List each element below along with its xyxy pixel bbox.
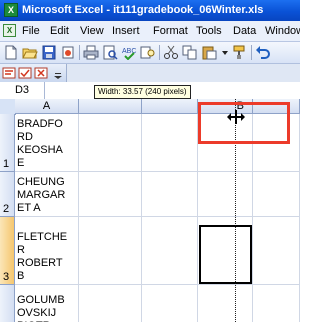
column-header-hidden-1[interactable]: [79, 99, 142, 114]
permission-icon[interactable]: [60, 45, 76, 60]
cut-icon[interactable]: [163, 45, 179, 60]
undo-icon[interactable]: [255, 45, 271, 60]
grid-cell[interactable]: [198, 285, 253, 322]
row-header-1[interactable]: 1: [0, 114, 15, 172]
grid-cell[interactable]: [253, 285, 300, 322]
print-icon[interactable]: [83, 45, 99, 60]
grid-cell[interactable]: [253, 172, 300, 217]
grid-cell[interactable]: [198, 172, 253, 217]
window-title: Microsoft Excel - it111gradebook_06Winte…: [22, 4, 264, 16]
save-icon[interactable]: [41, 45, 57, 60]
cell-a1[interactable]: BRADFO RD KEOSHA E: [15, 114, 79, 172]
menu-bar: X File Edit View Insert Format Tools Dat…: [0, 21, 300, 42]
print-preview-icon[interactable]: [102, 45, 118, 60]
spelling-icon[interactable]: ABC: [121, 45, 137, 60]
paste-icon[interactable]: [201, 45, 217, 60]
menu-data[interactable]: Data: [233, 24, 256, 38]
menu-view[interactable]: View: [80, 24, 104, 38]
column-width-tooltip: Width: 33.57 (240 pixels): [94, 85, 191, 99]
student-name: CHEUNG MARGAR ET A: [17, 176, 66, 214]
excel-app-icon[interactable]: X: [4, 3, 18, 17]
toolbar-separator: [79, 45, 80, 60]
copy-icon[interactable]: [182, 45, 198, 60]
grid-cell[interactable]: [142, 172, 198, 217]
cell-a4[interactable]: GOLUMB OVSKIJ PIOTR: [15, 285, 79, 322]
formula-bar: D3 Width: 33.57 (240 pixels): [0, 82, 300, 100]
row-header-2[interactable]: 2: [0, 172, 15, 217]
excel-window: X Microsoft Excel - it111gradebook_06Win…: [0, 0, 300, 322]
student-name: FLETCHE R ROBERT B: [17, 231, 68, 282]
student-name: BRADFO RD KEOSHA E: [17, 118, 63, 169]
grid-cell[interactable]: [142, 114, 198, 172]
toolbar-options-icon[interactable]: [51, 66, 63, 80]
menu-window[interactable]: Window: [265, 24, 300, 38]
column-header-a[interactable]: A: [15, 99, 79, 114]
cell-a3[interactable]: FLETCHE R ROBERT B: [15, 217, 79, 285]
row-header-4[interactable]: 4: [0, 285, 15, 322]
select-all-corner[interactable]: [0, 99, 16, 115]
column-header-hidden-2[interactable]: [142, 99, 198, 114]
toolbar-separator: [159, 45, 160, 60]
format-painter-icon[interactable]: [232, 45, 248, 60]
menu-format[interactable]: Format: [153, 24, 188, 38]
workbook-icon[interactable]: X: [3, 24, 16, 37]
menu-tools[interactable]: Tools: [196, 24, 222, 38]
active-cell-outline: [199, 225, 252, 284]
student-name: GOLUMB OVSKIJ PIOTR: [17, 294, 65, 322]
toolbar-separator: [251, 45, 252, 60]
grid-cell[interactable]: [79, 114, 142, 172]
standard-toolbar: ABC: [0, 42, 300, 64]
menu-insert[interactable]: Insert: [112, 24, 140, 38]
menu-edit[interactable]: Edit: [50, 24, 69, 38]
reviewing-toolbar-band: [0, 64, 67, 82]
open-icon[interactable]: [22, 45, 38, 60]
cell-a2[interactable]: CHEUNG MARGAR ET A: [15, 172, 79, 217]
grid-cell[interactable]: [142, 217, 198, 285]
accept-change-icon[interactable]: [18, 66, 32, 80]
title-bar[interactable]: X Microsoft Excel - it111gradebook_06Win…: [0, 0, 300, 21]
menu-file[interactable]: File: [22, 24, 40, 38]
grid-cell[interactable]: [253, 217, 300, 285]
grid-cell[interactable]: [79, 172, 142, 217]
name-box[interactable]: D3: [0, 82, 45, 99]
new-icon[interactable]: [3, 45, 19, 60]
reviewing-toolbar: [0, 64, 300, 82]
reject-change-icon[interactable]: [34, 66, 48, 80]
track-changes-icon[interactable]: [2, 66, 16, 80]
grid-cell[interactable]: [142, 285, 198, 322]
research-icon[interactable]: [140, 45, 156, 60]
row-header-3[interactable]: 3: [0, 217, 15, 285]
grid-cell[interactable]: [79, 285, 142, 322]
grid-cell[interactable]: [79, 217, 142, 285]
callout-highlight-box: [198, 102, 290, 144]
